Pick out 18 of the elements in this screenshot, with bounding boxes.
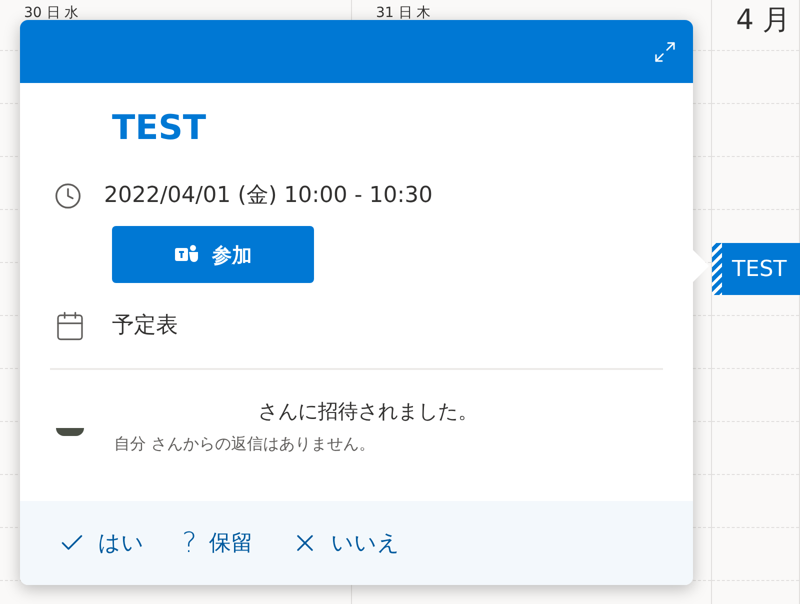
event-chip[interactable]: TEST (712, 243, 800, 295)
join-button[interactable]: 参加 (112, 226, 314, 283)
clock-icon (54, 182, 82, 210)
response-button[interactable]: はい (58, 526, 144, 560)
day-header: 31 日 木 (376, 5, 431, 21)
calendar-icon (54, 310, 86, 342)
expand-button[interactable] (653, 40, 677, 64)
day-header: 30 日 水 (24, 5, 79, 21)
event-title: TEST (112, 111, 206, 145)
avatar (56, 428, 84, 436)
calendar-name: 予定表 (112, 312, 178, 340)
response-button[interactable]: ? 保留 (182, 526, 253, 560)
day-header: 4 月 (736, 3, 791, 36)
invite-text: さんに招待されました。 (258, 398, 478, 425)
question-mark-icon: ? (182, 529, 197, 557)
event-time: 2022/04/01 (金) 10:00 - 10:30 (104, 182, 433, 210)
reply-status: 自分 さんからの返信はありません。 (114, 433, 376, 455)
response-button[interactable]: いいえ (290, 526, 400, 560)
